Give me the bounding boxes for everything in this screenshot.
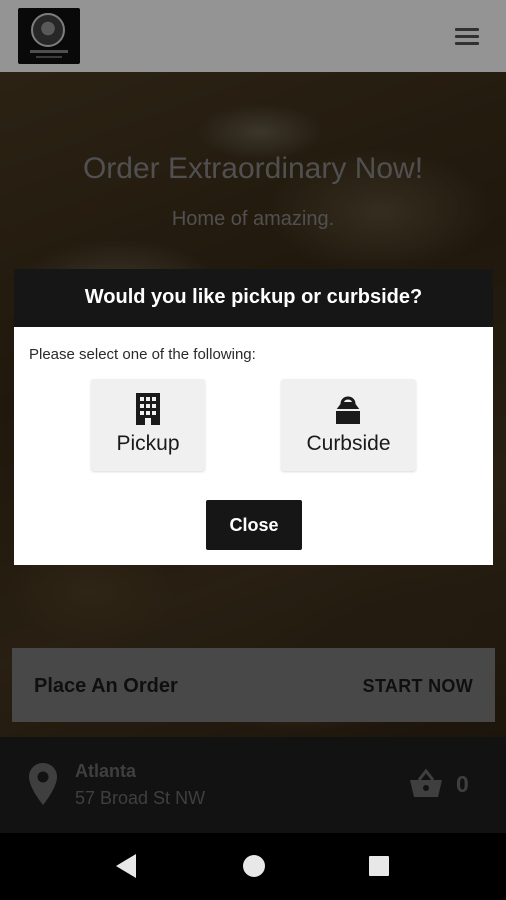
shopping-bag-icon [336,396,360,424]
fulfillment-dialog: Would you like pickup or curbside? Pleas… [14,269,493,565]
back-triangle-icon[interactable] [115,853,137,879]
pickup-option-label: Pickup [116,432,180,455]
close-button[interactable]: Close [206,500,302,550]
pickup-option-button[interactable]: Pickup [91,379,205,471]
curbside-option-label: Curbside [306,432,391,455]
recents-square-icon[interactable] [369,856,389,876]
system-nav-bar [0,833,506,900]
dialog-title: Would you like pickup or curbside? [84,286,423,308]
home-circle-icon[interactable] [243,855,265,877]
dialog-prompt: Please select one of the following: [29,346,256,363]
close-button-label: Close [229,515,279,535]
dialog-header: Would you like pickup or curbside? [14,269,493,327]
curbside-option-button[interactable]: Curbside [281,379,416,471]
building-icon [136,393,160,425]
